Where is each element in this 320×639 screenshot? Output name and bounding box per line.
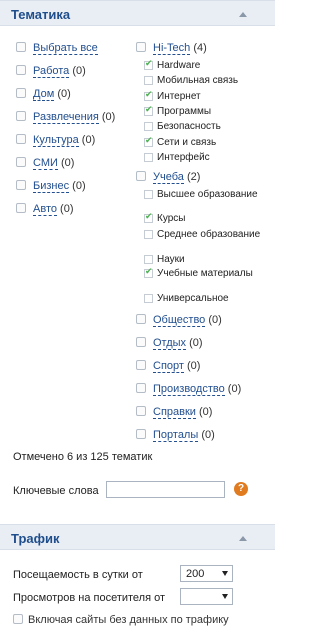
checkbox[interactable] [16, 42, 26, 52]
topics-title: Тематика [11, 7, 71, 22]
topic-count: (0) [72, 65, 86, 77]
subtopic-item[interactable]: Мобильная связь [144, 75, 264, 87]
subtopic-checkbox[interactable] [144, 59, 153, 70]
topic-count: (0) [199, 406, 213, 418]
subtopic-item[interactable]: Высшее образование [144, 189, 264, 211]
topic-count: (4) [193, 42, 207, 54]
traffic-header: Трафик [0, 524, 275, 550]
views-select[interactable] [180, 588, 233, 605]
topic-label[interactable]: Работа [33, 65, 70, 78]
subtopic-item[interactable]: Курсы [144, 212, 264, 225]
topic-label[interactable]: Дом [33, 88, 55, 101]
subtopic-checkbox[interactable] [144, 105, 153, 116]
topic-count: (0) [201, 429, 215, 441]
topic-label[interactable]: Отдых [153, 337, 187, 350]
subtopic-item[interactable]: Универсальное [144, 293, 264, 305]
checkbox[interactable] [16, 65, 26, 75]
topic-count: (0) [72, 180, 86, 192]
subtopic-item[interactable]: Сети и связь [144, 136, 264, 149]
visits-value: 200 [186, 568, 205, 580]
checkbox[interactable] [136, 429, 146, 439]
checkbox[interactable] [136, 360, 146, 370]
topic-count: (0) [81, 134, 96, 146]
subtopic-checkbox[interactable] [144, 122, 153, 131]
checkbox[interactable] [16, 180, 26, 190]
topic-count: (0) [189, 337, 203, 349]
subtopic-item[interactable]: Среднее образование [144, 229, 264, 251]
topic-label[interactable]: Учеба [153, 171, 184, 184]
topic-label[interactable]: Развлечения [33, 111, 99, 124]
checkbox[interactable] [136, 314, 146, 324]
topic-label[interactable]: Бизнес [33, 180, 70, 193]
topic-label[interactable]: Спорт [153, 360, 184, 373]
subtopic-checkbox[interactable] [144, 190, 153, 199]
subtopic-item[interactable]: Программы [144, 105, 264, 118]
subtopic-item[interactable]: Интерфейс [144, 152, 264, 164]
topic-count: (0) [208, 314, 222, 326]
checkbox[interactable] [16, 111, 26, 121]
topic-label[interactable]: Порталы [153, 429, 199, 442]
checkbox[interactable] [136, 42, 146, 52]
selection-status: Отмечено 6 из 125 тематик [13, 451, 153, 463]
checkbox[interactable] [16, 157, 26, 167]
subtopic-item[interactable]: Учебные материалы [144, 267, 264, 290]
topic-label[interactable]: Авто [33, 203, 57, 216]
dropdown-arrow-icon [222, 571, 228, 576]
subtopic-item[interactable]: Hardware [144, 59, 264, 72]
checkbox[interactable] [16, 88, 26, 98]
subtopic-checkbox[interactable] [144, 212, 153, 223]
topic-count: (0) [227, 383, 242, 395]
visits-select[interactable]: 200 [180, 565, 233, 582]
subtopic-checkbox[interactable] [144, 76, 153, 85]
subtopic-checkbox[interactable] [144, 90, 153, 101]
visits-label: Посещаемость в сутки от [13, 569, 143, 581]
keywords-input[interactable] [106, 481, 225, 498]
subtopic-checkbox[interactable] [144, 267, 153, 278]
checkbox[interactable] [136, 383, 146, 393]
topic-label[interactable]: Hi-Tech [153, 42, 191, 55]
topics-header: Тематика [0, 0, 275, 26]
topic-count: (0) [101, 111, 116, 123]
topic-label[interactable]: Выбрать все [33, 42, 98, 55]
subtopic-item[interactable]: Интернет [144, 90, 264, 103]
topic-count: (0) [57, 88, 71, 100]
topic-label[interactable]: Культура [33, 134, 79, 147]
keywords-label: Ключевые слова [13, 485, 99, 497]
subtopic-item[interactable]: Науки [144, 254, 264, 266]
subtopic-item[interactable]: Безопасность [144, 121, 264, 133]
checkbox[interactable] [136, 406, 146, 416]
help-icon[interactable]: ? [234, 482, 248, 496]
topic-label[interactable]: Справки [153, 406, 196, 419]
views-label: Просмотров на посетителя от [13, 592, 166, 604]
subtopic-checkbox[interactable] [144, 153, 153, 162]
dropdown-arrow-icon [222, 594, 228, 599]
topic-count: (0) [60, 203, 74, 215]
collapse-traffic-icon[interactable] [239, 536, 247, 541]
topic-count: (2) [186, 171, 201, 183]
topic-label[interactable]: СМИ [33, 157, 58, 170]
checkbox[interactable] [16, 134, 26, 144]
checkbox[interactable] [136, 337, 146, 347]
topic-label[interactable]: Общество [153, 314, 206, 327]
include-no-traffic-label: Включая сайты без данных по трафику [28, 614, 229, 626]
checkbox[interactable] [16, 203, 26, 213]
collapse-topics-icon[interactable] [239, 12, 247, 17]
subtopic-checkbox[interactable] [144, 136, 153, 147]
checkbox[interactable] [136, 171, 146, 181]
subtopic-checkbox[interactable] [144, 255, 153, 264]
subtopic-checkbox[interactable] [144, 230, 153, 239]
traffic-title: Трафик [11, 531, 60, 546]
topic-count: (0) [187, 360, 201, 372]
checkbox[interactable] [13, 614, 23, 624]
topic-label[interactable]: Производство [153, 383, 225, 396]
topic-count: (0) [60, 157, 75, 169]
subtopic-checkbox[interactable] [144, 294, 153, 303]
